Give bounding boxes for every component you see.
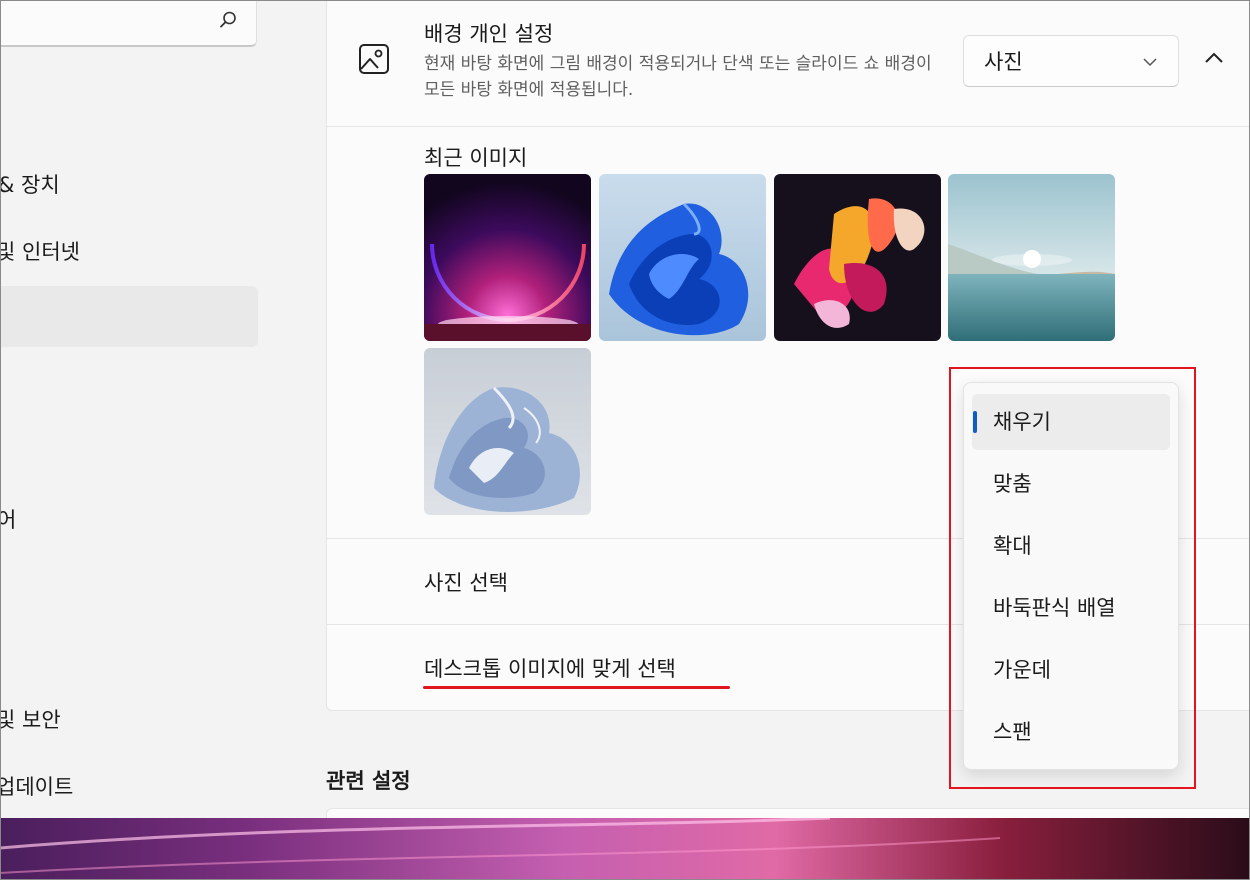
recent-image-thumbnail[interactable]: [599, 174, 766, 341]
divider: [327, 126, 1250, 127]
sidebar-item-label: & 장치: [0, 173, 60, 197]
fit-option-center[interactable]: 가운데: [972, 642, 1170, 698]
sidebar: & 장치 및 인터넷 어 및 보안 업데이트: [0, 0, 300, 818]
recent-image-thumbnail[interactable]: [774, 174, 941, 341]
sidebar-item-language[interactable]: 어: [0, 503, 16, 537]
fit-dropdown-menu: 채우기 맞춤 확대 바둑판식 배열 가운데 스팬: [963, 382, 1179, 770]
desktop-wallpaper: [0, 818, 1250, 880]
sidebar-item-update[interactable]: 업데이트: [0, 770, 73, 804]
fit-option-span[interactable]: 스팬: [972, 704, 1170, 760]
sidebar-item-label: 업데이트: [0, 775, 74, 799]
chevron-down-icon: [1143, 58, 1157, 67]
fit-option-label: 스팬: [993, 720, 1032, 744]
related-settings-title: 관련 설정: [326, 769, 411, 793]
sidebar-item-label: 및 인터넷: [0, 240, 80, 264]
fit-option-label: 채우기: [993, 410, 1051, 434]
picture-icon: [359, 44, 389, 74]
choose-photo-label: 사진 선택: [424, 571, 508, 595]
recent-image-thumbnail[interactable]: [424, 348, 591, 515]
fit-option-label: 맞춤: [993, 472, 1032, 496]
fit-option-label: 확대: [993, 534, 1032, 558]
chevron-up-icon[interactable]: [1203, 50, 1225, 66]
sidebar-item-personalization[interactable]: [0, 286, 258, 347]
fit-option-label: 바둑판식 배열: [993, 596, 1116, 620]
background-type-value: 사진: [984, 50, 1023, 74]
fit-option-fill[interactable]: 채우기: [972, 394, 1170, 450]
fit-label: 데스크톱 이미지에 맞게 선택: [424, 657, 676, 681]
background-type-select[interactable]: 사진: [963, 35, 1179, 87]
fit-option-tile[interactable]: 바둑판식 배열: [972, 580, 1170, 636]
annotation-underline: [423, 686, 730, 689]
recent-images-title: 최근 이미지: [424, 146, 528, 170]
recent-image-thumbnail[interactable]: [948, 174, 1115, 341]
search-icon[interactable]: [218, 10, 238, 30]
background-title: 배경 개인 설정: [424, 22, 554, 46]
sidebar-item-network[interactable]: 및 인터넷: [0, 235, 80, 269]
recent-image-thumbnail[interactable]: [424, 174, 591, 341]
sidebar-item-devices[interactable]: & 장치: [0, 168, 60, 202]
selected-indicator: [973, 411, 977, 433]
sidebar-item-security[interactable]: 및 보안: [0, 703, 61, 737]
background-description: 현재 바탕 화면에 그림 배경이 적용되거나 단색 또는 슬라이드 쇼 배경이 …: [424, 54, 932, 100]
search-input[interactable]: [0, 0, 257, 47]
sidebar-item-label: 어: [0, 508, 17, 532]
fit-option-stretch[interactable]: 확대: [972, 518, 1170, 574]
fit-option-fit[interactable]: 맞춤: [972, 456, 1170, 512]
fit-option-label: 가운데: [993, 658, 1051, 682]
sidebar-item-label: 및 보안: [0, 708, 61, 732]
